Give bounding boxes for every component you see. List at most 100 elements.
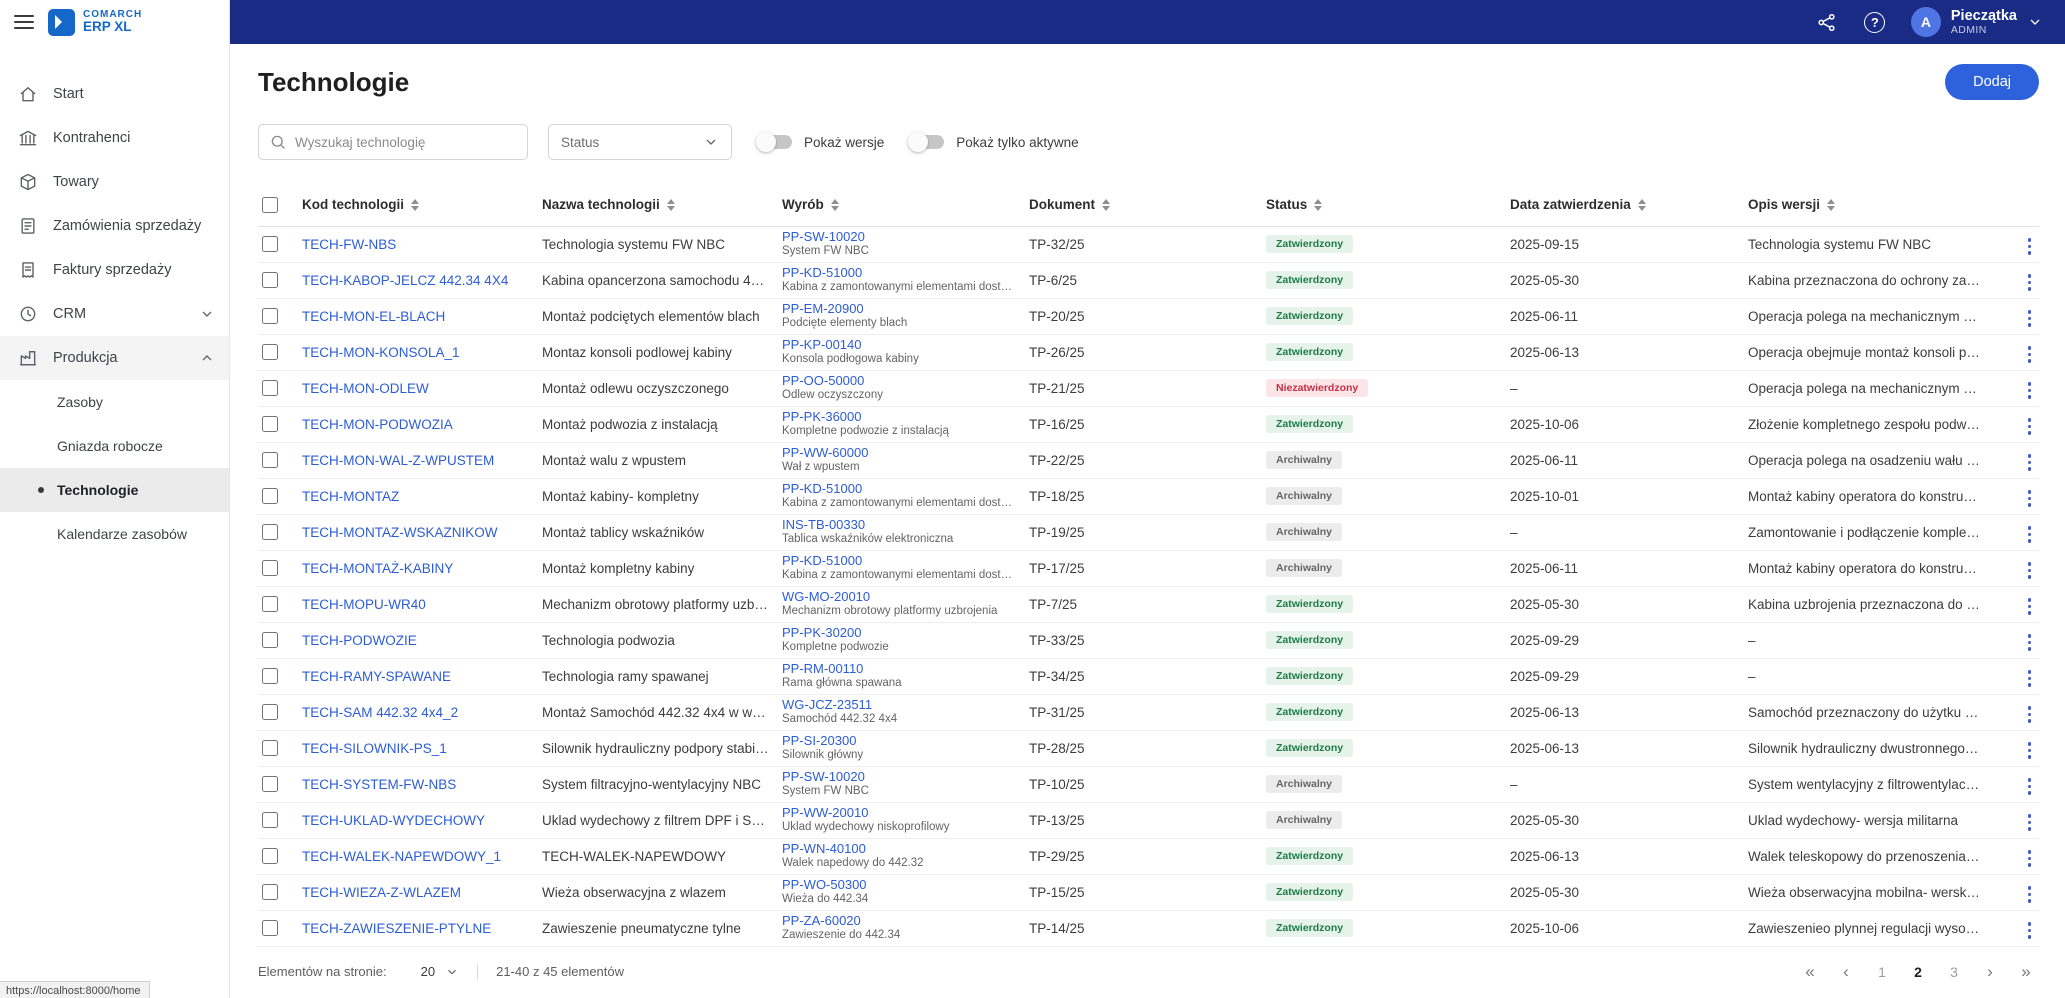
per-page-select[interactable]: 20 xyxy=(421,964,459,979)
show-versions-toggle[interactable]: Pokaż wersje xyxy=(758,135,884,150)
table-row[interactable]: TECH-SYSTEM-FW-NBS System filtracyjno-we… xyxy=(258,766,2039,802)
tech-code-link[interactable]: TECH-MONTAZ xyxy=(302,489,399,504)
row-actions-menu-icon[interactable] xyxy=(2022,450,2038,475)
row-actions-menu-icon[interactable] xyxy=(2022,810,2038,835)
row-actions-menu-icon[interactable] xyxy=(2022,414,2038,439)
row-actions-menu-icon[interactable] xyxy=(2022,630,2038,655)
tech-code-link[interactable]: TECH-UKLAD-WYDECHOWY xyxy=(302,813,485,828)
tech-code-link[interactable]: TECH-WIEZA-Z-WLAZEM xyxy=(302,885,461,900)
product-code-link[interactable]: PP-EM-20900 xyxy=(782,301,1017,317)
row-actions-menu-icon[interactable] xyxy=(2022,558,2038,583)
row-checkbox[interactable] xyxy=(262,236,278,252)
first-page-button[interactable]: « xyxy=(1797,959,1823,985)
product-code-link[interactable]: PP-KD-51000 xyxy=(782,265,1017,281)
row-checkbox[interactable] xyxy=(262,560,278,576)
product-code-link[interactable]: PP-WW-20010 xyxy=(782,805,1017,821)
row-actions-menu-icon[interactable] xyxy=(2022,594,2038,619)
row-actions-menu-icon[interactable] xyxy=(2022,882,2038,907)
tech-code-link[interactable]: TECH-MON-KONSOLA_1 xyxy=(302,345,460,360)
sidebar-item-start[interactable]: Start xyxy=(0,72,229,116)
sidebar-item-technologie[interactable]: Technologie xyxy=(0,468,229,512)
tech-code-link[interactable]: TECH-ZAWIESZENIE-PTYLNE xyxy=(302,921,491,936)
row-actions-menu-icon[interactable] xyxy=(2022,738,2038,763)
row-checkbox[interactable] xyxy=(262,524,278,540)
table-row[interactable]: TECH-MON-EL-BLACH Montaż podciętych elem… xyxy=(258,298,2039,334)
table-row[interactable]: TECH-MOPU-WR40 Mechanizm obrotowy platfo… xyxy=(258,586,2039,622)
row-actions-menu-icon[interactable] xyxy=(2022,486,2038,511)
hamburger-menu-icon[interactable] xyxy=(14,15,34,29)
product-code-link[interactable]: PP-OO-50000 xyxy=(782,373,1017,389)
help-icon[interactable] xyxy=(1863,10,1887,34)
tech-code-link[interactable]: TECH-MOPU-WR40 xyxy=(302,597,426,612)
tech-code-link[interactable]: TECH-MON-EL-BLACH xyxy=(302,309,445,324)
tech-code-link[interactable]: TECH-KABOP-JELCZ 442.34 4X4 xyxy=(302,273,508,288)
tech-code-link[interactable]: TECH-WALEK-NAPEWDOWY_1 xyxy=(302,849,501,864)
sidebar-item-faktury-sprzedazy[interactable]: Faktury sprzedaży xyxy=(0,248,229,292)
tech-code-link[interactable]: TECH-MON-WAL-Z-WPUSTEM xyxy=(302,453,494,468)
select-all-checkbox[interactable] xyxy=(262,197,278,213)
row-actions-menu-icon[interactable] xyxy=(2022,918,2038,943)
row-actions-menu-icon[interactable] xyxy=(2022,702,2038,727)
user-menu[interactable]: A Pieczątka ADMIN xyxy=(1911,7,2043,37)
row-checkbox[interactable] xyxy=(262,740,278,756)
row-checkbox[interactable] xyxy=(262,668,278,684)
table-row[interactable]: TECH-ZAWIESZENIE-PTYLNE Zawieszenie pneu… xyxy=(258,910,2039,946)
last-page-button[interactable]: » xyxy=(2013,959,2039,985)
sort-icon[interactable] xyxy=(831,199,839,211)
product-code-link[interactable]: PP-KD-51000 xyxy=(782,553,1017,569)
row-actions-menu-icon[interactable] xyxy=(2022,666,2038,691)
table-row[interactable]: TECH-MON-PODWOZIA Montaż podwozia z inst… xyxy=(258,406,2039,442)
table-row[interactable]: TECH-UKLAD-WYDECHOWY Uklad wydechowy z f… xyxy=(258,802,2039,838)
product-code-link[interactable]: PP-KP-00140 xyxy=(782,337,1017,353)
status-filter-select[interactable]: Status xyxy=(548,124,732,160)
comarch-logo[interactable]: COMARCH ERP XL xyxy=(48,9,142,36)
row-actions-menu-icon[interactable] xyxy=(2022,306,2038,331)
page-number[interactable]: 2 xyxy=(1905,959,1931,985)
table-row[interactable]: TECH-FW-NBS Technologia systemu FW NBC P… xyxy=(258,226,2039,262)
row-checkbox[interactable] xyxy=(262,272,278,288)
product-code-link[interactable]: PP-SW-10020 xyxy=(782,769,1017,785)
product-code-link[interactable]: PP-WW-60000 xyxy=(782,445,1017,461)
add-button[interactable]: Dodaj xyxy=(1945,64,2039,100)
sidebar-item-kontrahenci[interactable]: Kontrahenci xyxy=(0,116,229,160)
table-row[interactable]: TECH-MON-KONSOLA_1 Montaz konsoli podlow… xyxy=(258,334,2039,370)
sort-icon[interactable] xyxy=(1102,199,1110,211)
sidebar-item-produkcja[interactable]: Produkcja xyxy=(0,336,229,380)
tech-code-link[interactable]: TECH-PODWOZIE xyxy=(302,633,417,648)
search-input[interactable] xyxy=(295,135,517,150)
tech-code-link[interactable]: TECH-MONTAŻ-KABINY xyxy=(302,561,453,576)
row-checkbox[interactable] xyxy=(262,416,278,432)
row-checkbox[interactable] xyxy=(262,596,278,612)
product-code-link[interactable]: PP-ZA-60020 xyxy=(782,913,1017,929)
table-row[interactable]: TECH-PODWOZIE Technologia podwozia PP-PK… xyxy=(258,622,2039,658)
sort-icon[interactable] xyxy=(1314,199,1322,211)
product-code-link[interactable]: WG-JCZ-23511 xyxy=(782,697,1017,713)
table-row[interactable]: TECH-MONTAZ-WSKAZNIKOW Montaż tablicy ws… xyxy=(258,514,2039,550)
prev-page-button[interactable]: ‹ xyxy=(1833,959,1859,985)
table-row[interactable]: TECH-WIEZA-Z-WLAZEM Wieża obserwacyjna z… xyxy=(258,874,2039,910)
row-checkbox[interactable] xyxy=(262,884,278,900)
row-checkbox[interactable] xyxy=(262,344,278,360)
row-checkbox[interactable] xyxy=(262,812,278,828)
sidebar-item-gniazda-robocze[interactable]: Gniazda robocze xyxy=(0,424,229,468)
row-checkbox[interactable] xyxy=(262,488,278,504)
product-code-link[interactable]: PP-PK-36000 xyxy=(782,409,1017,425)
table-row[interactable]: TECH-WALEK-NAPEWDOWY_1 TECH-WALEK-NAPEWD… xyxy=(258,838,2039,874)
table-row[interactable]: TECH-MON-WAL-Z-WPUSTEM Montaż walu z wpu… xyxy=(258,442,2039,478)
row-actions-menu-icon[interactable] xyxy=(2022,846,2038,871)
tech-code-link[interactable]: TECH-FW-NBS xyxy=(302,237,396,252)
tech-code-link[interactable]: TECH-SAM 442.32 4x4_2 xyxy=(302,705,458,720)
page-number[interactable]: 1 xyxy=(1869,959,1895,985)
row-actions-menu-icon[interactable] xyxy=(2022,378,2038,403)
tech-code-link[interactable]: TECH-MON-ODLEW xyxy=(302,381,429,396)
row-checkbox[interactable] xyxy=(262,920,278,936)
row-checkbox[interactable] xyxy=(262,776,278,792)
sort-icon[interactable] xyxy=(1827,199,1835,211)
tech-code-link[interactable]: TECH-SYSTEM-FW-NBS xyxy=(302,777,456,792)
table-row[interactable]: TECH-KABOP-JELCZ 442.34 4X4 Kabina opanc… xyxy=(258,262,2039,298)
page-number[interactable]: 3 xyxy=(1941,959,1967,985)
next-page-button[interactable]: › xyxy=(1977,959,2003,985)
tech-code-link[interactable]: TECH-SILOWNIK-PS_1 xyxy=(302,741,447,756)
tech-code-link[interactable]: TECH-MONTAZ-WSKAZNIKOW xyxy=(302,525,497,540)
product-code-link[interactable]: PP-WN-40100 xyxy=(782,841,1017,857)
